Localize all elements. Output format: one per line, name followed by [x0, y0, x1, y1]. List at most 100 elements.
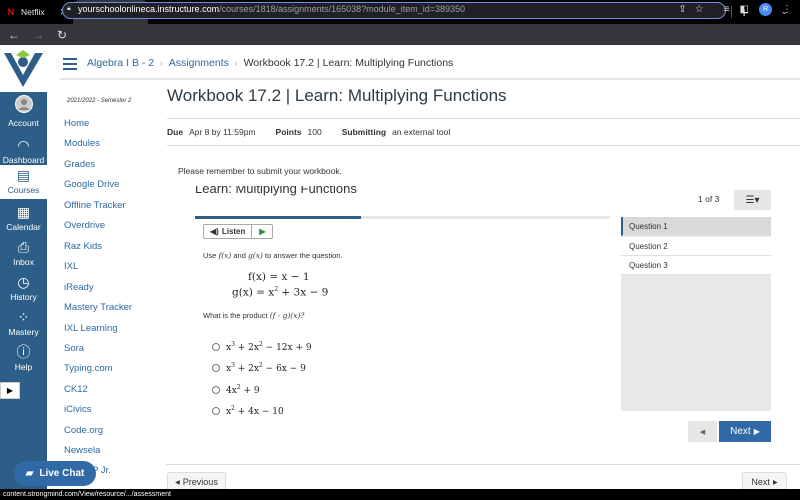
page-title: Workbook 17.2 | Learn: Multiplying Funct…: [167, 86, 507, 105]
lock-icon: 🔒︎: [67, 5, 71, 12]
forward-button[interactable]: →: [28, 28, 48, 42]
course-nav-item[interactable]: iCivics: [64, 404, 91, 415]
breadcrumb-assignments[interactable]: Assignments: [169, 57, 229, 69]
breadcrumb-course[interactable]: Algebra I B - 2: [87, 57, 154, 69]
courses-icon: ▤: [16, 167, 31, 183]
global-nav-calendar[interactable]: ▦ Calendar: [0, 204, 47, 234]
breadcrumb: Algebra I B - 2 › Assignments › Workbook…: [87, 57, 453, 69]
logo-icon: [4, 50, 43, 87]
divider: [166, 464, 800, 465]
account-icon: [0, 95, 47, 116]
assignment-details: Due Apr 8 by 11:59pm Points 100 Submitti…: [167, 127, 451, 137]
breadcrumb-current: Workbook 17.2 | Learn: Multiplying Funct…: [243, 57, 454, 69]
caret-right-icon: ▶: [753, 427, 760, 436]
back-button[interactable]: ←: [4, 28, 24, 42]
dashboard-icon: ◠: [17, 137, 30, 153]
question-list-item-3[interactable]: Question 3: [621, 256, 771, 275]
lesson-title: Learn: Multiplying Functions: [195, 186, 357, 196]
listen-button[interactable]: ◀) Listen: [204, 225, 253, 238]
play-button[interactable]: ▶: [252, 225, 272, 238]
live-chat-button[interactable]: ▰ Live Chat: [14, 461, 96, 486]
due-date: Apr 8 by 11:59pm: [189, 127, 256, 137]
chat-icon: ▰: [25, 468, 34, 479]
netflix-icon: N: [7, 7, 15, 17]
play-icon: ▶: [259, 227, 266, 236]
answer-option[interactable]: x3 + 2x2 − 6x − 9: [212, 362, 306, 374]
progress-fill: [195, 216, 361, 219]
lesson-progress-bar: [195, 216, 610, 219]
global-nav-courses[interactable]: ▤ Courses: [0, 165, 47, 199]
points-value: 100: [307, 127, 322, 137]
course-nav-item[interactable]: Newsela: [64, 445, 100, 456]
radio-button[interactable]: [212, 364, 220, 372]
term-label: 2021/2022 - Semester 2: [67, 98, 132, 104]
course-nav-item[interactable]: Google Drive: [64, 179, 119, 190]
course-nav-item[interactable]: Sora: [64, 343, 84, 354]
radio-button[interactable]: [212, 386, 220, 394]
bookmark-star-icon[interactable]: ☆: [695, 4, 704, 15]
global-nav-help[interactable]: ⓘ Help: [0, 344, 47, 374]
answer-option[interactable]: x3 + 2x2 − 12x + 9: [212, 341, 312, 353]
reminder-text: Please remember to submit your workbook.: [178, 166, 342, 176]
browser-toolbar: ← → ↻: [0, 24, 800, 45]
list-dropdown-icon: ☰▾: [745, 194, 760, 206]
play-triangle-icon: ▶: [6, 386, 14, 395]
course-nav-item[interactable]: Modules: [64, 138, 100, 149]
calendar-icon: ▦: [16, 204, 31, 220]
global-nav-inbox[interactable]: ⎙ Inbox: [0, 239, 47, 269]
side-panel-icon[interactable]: ◧: [740, 4, 749, 15]
hamburger-menu-icon[interactable]: [63, 58, 77, 73]
caret-right-icon: ▶: [772, 479, 778, 486]
next-question-button[interactable]: Next ▶: [719, 421, 771, 442]
expand-nav-button[interactable]: ▶: [0, 382, 20, 399]
listen-widget: ◀) Listen ▶: [203, 224, 274, 239]
radio-button[interactable]: [212, 407, 220, 415]
previous-question-button[interactable]: ◀: [688, 421, 717, 442]
help-icon: ⓘ: [16, 344, 31, 360]
global-nav-mastery[interactable]: ⁘ Mastery: [0, 309, 47, 339]
url-text[interactable]: yourschoolonlineca.instructure.com/cours…: [78, 4, 465, 14]
menu-kebab-icon[interactable]: ⋮: [782, 4, 792, 15]
course-nav-item[interactable]: Home: [64, 118, 89, 129]
page-indicator: 1 of 3: [698, 194, 720, 204]
global-nav-history[interactable]: ◷ History: [0, 274, 47, 304]
course-nav-item[interactable]: IXL: [64, 261, 78, 272]
breadcrumb-separator-icon: ›: [234, 58, 238, 68]
question-list-item-2[interactable]: Question 2: [621, 237, 771, 256]
course-nav-item[interactable]: Code.org: [64, 425, 103, 436]
radio-button[interactable]: [212, 343, 220, 351]
course-nav-item[interactable]: Grades: [64, 159, 95, 170]
answer-option[interactable]: 4x2 + 9: [212, 384, 260, 396]
answer-option[interactable]: x2 + 4x − 10: [212, 405, 284, 417]
header-divider: [60, 78, 800, 80]
caret-left-icon: ◀: [175, 479, 180, 486]
reload-button[interactable]: ↻: [52, 28, 72, 42]
course-nav-item[interactable]: iReady: [64, 282, 94, 293]
course-nav-item[interactable]: Overdrive: [64, 220, 105, 231]
course-nav-item[interactable]: Offline Tracker: [64, 200, 126, 211]
equation-g: g(x) = x2 + 3x − 9: [232, 286, 329, 299]
course-nav-item[interactable]: Raz Kids: [64, 241, 102, 252]
course-nav-item[interactable]: IXL Learning: [64, 323, 118, 334]
breadcrumb-separator-icon: ›: [160, 58, 163, 68]
divider: [167, 145, 800, 146]
course-nav-item[interactable]: Typing.com: [64, 363, 113, 374]
reading-list-icon[interactable]: ≡: [724, 4, 730, 15]
equation-f: f(x) = x − 1: [248, 271, 310, 283]
course-nav-item[interactable]: CK12: [64, 384, 88, 395]
global-nav-account[interactable]: Account: [0, 95, 47, 128]
question-list-menu-button[interactable]: ☰▾: [734, 190, 771, 210]
school-logo[interactable]: [0, 45, 47, 92]
global-nav-dashboard[interactable]: ◠ Dashboard: [0, 137, 47, 167]
caret-left-icon: ◀: [699, 428, 706, 436]
course-nav-item[interactable]: Mastery Tracker: [64, 302, 132, 313]
mastery-icon: ⁘: [17, 309, 30, 325]
share-icon[interactable]: ⇪: [678, 4, 686, 15]
toolbar-actions: ⇪ ☆ ≡ ◧ R ⋮: [678, 3, 792, 16]
profile-avatar[interactable]: R: [759, 3, 772, 16]
status-bar-url: content.strongmind.com/View/resource/...…: [0, 489, 800, 500]
inbox-icon: ⎙: [17, 239, 30, 255]
question-list-item-1[interactable]: Question 1: [621, 217, 771, 236]
question-instruction: Use f(x) and g(x) to answer the question…: [203, 251, 343, 260]
submission-type: an external tool: [392, 127, 451, 137]
